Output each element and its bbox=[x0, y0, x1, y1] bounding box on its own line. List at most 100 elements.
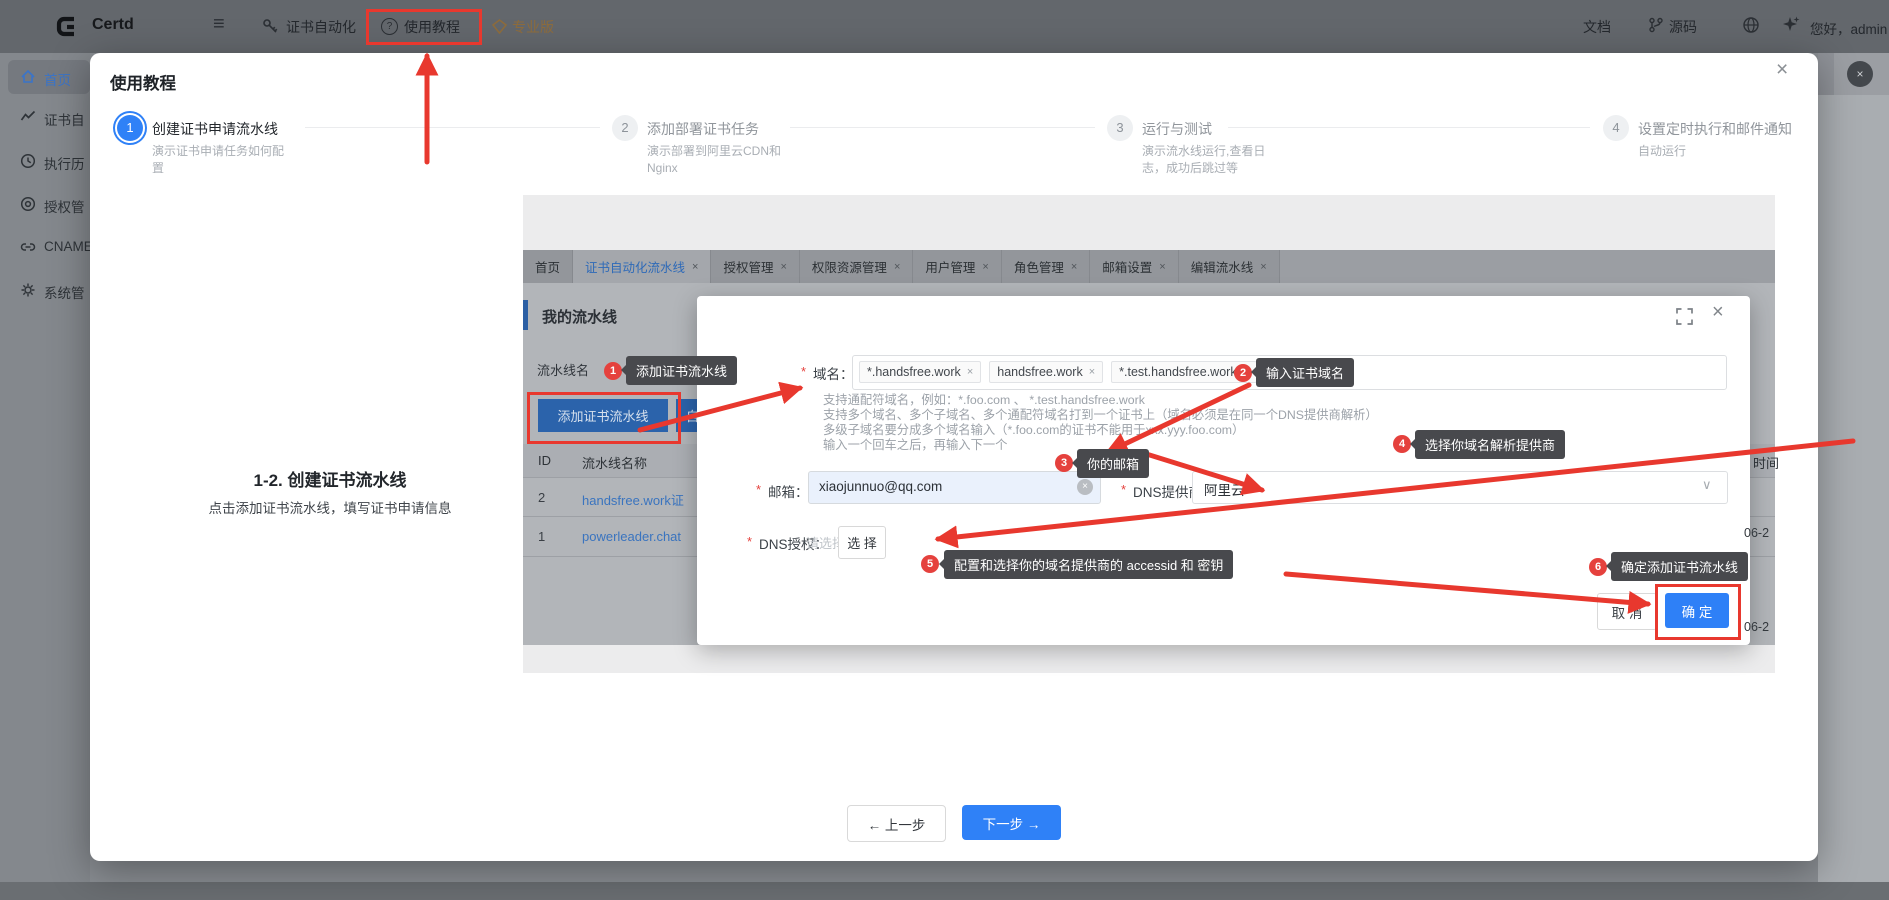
sidebar-item-history[interactable]: 执行历 bbox=[0, 150, 90, 174]
background-content bbox=[1818, 95, 1889, 882]
domain-tag: *.handsfree.work × bbox=[859, 361, 981, 383]
demo-tab-pipelines[interactable]: 证书自动化流水线 × bbox=[573, 250, 711, 283]
sidebar-item-label: 执行历 bbox=[44, 153, 85, 173]
tab-label: 角色管理 bbox=[1014, 257, 1064, 276]
step-2-desc: 演示部署到阿里云CDN和 bbox=[647, 143, 781, 160]
tab-close-icon[interactable]: × bbox=[692, 261, 698, 273]
tab-close-icon[interactable]: × bbox=[1159, 261, 1165, 273]
cell-time: 06-2 bbox=[1744, 620, 1769, 634]
user-greeting[interactable]: 您好，admin bbox=[1810, 18, 1889, 38]
tutorial-section-subtitle: 点击添加证书流水线，填写证书申请信息 bbox=[140, 497, 520, 517]
step-3-desc: 演示流水线运行,查看日 bbox=[1142, 143, 1265, 160]
step-3-title: 运行与测试 bbox=[1142, 119, 1212, 139]
highlight-box-tutorial-nav bbox=[366, 9, 482, 45]
prev-step-button[interactable]: ← 上一步 bbox=[847, 805, 946, 842]
demo-tab-permission[interactable]: 权限资源管理 × bbox=[800, 250, 913, 283]
tab-label: 邮箱设置 bbox=[1102, 257, 1152, 276]
cell-time: 06-2 bbox=[1744, 526, 1769, 540]
tab-label: 授权管理 bbox=[723, 257, 773, 276]
globe-icon[interactable] bbox=[1742, 16, 1760, 34]
tutorial-section-heading: 1-2. 创建证书流水线 bbox=[140, 466, 520, 491]
sidebar-item-authorization[interactable]: 授权管 bbox=[0, 193, 90, 217]
col-id: ID bbox=[538, 453, 551, 468]
annotation-badge-6: 6 bbox=[1589, 558, 1607, 576]
sidebar-item-cert-automation[interactable]: 证书自 bbox=[0, 106, 90, 130]
dialog-cancel-button[interactable]: 取 消 bbox=[1597, 593, 1657, 630]
demo-tab-home[interactable]: 首页 bbox=[523, 250, 573, 283]
next-step-button[interactable]: 下一步 → bbox=[962, 805, 1061, 840]
tutorial-close-icon[interactable]: × bbox=[1776, 58, 1788, 82]
dns-provider-select[interactable] bbox=[1192, 471, 1728, 504]
brand-name: Certd bbox=[92, 16, 134, 34]
highlight-box-add-button bbox=[527, 392, 681, 444]
step-connector bbox=[305, 127, 600, 128]
tab-close-icon[interactable]: × bbox=[894, 261, 900, 273]
col-name: 流水线名称 bbox=[582, 453, 647, 472]
tab-close-icon[interactable]: × bbox=[982, 261, 988, 273]
sparkles-icon[interactable] bbox=[1782, 15, 1800, 33]
required-mark: * bbox=[1121, 482, 1126, 497]
step-connector bbox=[790, 127, 1095, 128]
demo-tab-roles[interactable]: 角色管理 × bbox=[1002, 250, 1090, 283]
link-icon bbox=[20, 239, 36, 255]
tag-label: *.handsfree.work bbox=[867, 365, 961, 379]
step-1-desc: 演示证书申请任务如何配 bbox=[152, 143, 284, 160]
tab-close-icon[interactable]: × bbox=[1071, 261, 1077, 273]
gear-icon bbox=[20, 282, 36, 298]
nav-pro-version[interactable]: 专业版 bbox=[512, 17, 554, 37]
dialog-close-icon[interactable]: × bbox=[1712, 301, 1724, 324]
tag-remove-icon[interactable]: × bbox=[1089, 366, 1095, 378]
tutorial-title: 使用教程 bbox=[110, 70, 176, 94]
annotation-tip-2: 输入证书域名 bbox=[1256, 358, 1354, 387]
demo-tabbar: 首页 证书自动化流水线 × 授权管理 × 权限资源管理 × 用户管理× 角色管理 × 邮… bbox=[523, 250, 1775, 283]
nav-docs[interactable]: 文档 bbox=[1583, 17, 1611, 37]
tab-close-circle-icon[interactable]: × bbox=[1847, 61, 1873, 87]
annotation-tip-5: 配置和选择你的域名提供商的 accessid 和 密钥 bbox=[944, 550, 1233, 579]
annotation-badge-2: 2 bbox=[1234, 364, 1252, 382]
tab-label: 权限资源管理 bbox=[812, 257, 887, 276]
tag-label: handsfree.work bbox=[997, 365, 1082, 379]
domain-hint: 支持通配符域名，例如：*.foo.com 、 *.test.handsfree.… bbox=[823, 393, 1145, 408]
sidebar-item-home[interactable]: 首页 bbox=[0, 66, 90, 90]
email-value: xiaojunnuo@qq.com bbox=[819, 479, 942, 494]
fullscreen-icon[interactable] bbox=[1676, 308, 1693, 325]
clock-icon bbox=[20, 153, 36, 169]
demo-tab-users[interactable]: 用户管理× bbox=[913, 250, 1001, 283]
tab-close-icon[interactable]: × bbox=[1260, 261, 1266, 273]
tab-label: 证书自动化流水线 bbox=[585, 257, 685, 276]
annotation-badge-4: 4 bbox=[1393, 435, 1411, 453]
sidebar-item-label: 授权管 bbox=[44, 196, 85, 216]
dns-auth-select-button[interactable]: 选 择 bbox=[838, 526, 886, 559]
sidebar-item-label: CNAME bbox=[44, 239, 90, 254]
top-header: Certd ≡ 证书自动化 ? 使用教程 专业版 文档 源码 您好， bbox=[0, 0, 1889, 53]
tab-label: 首页 bbox=[535, 257, 560, 276]
step-4-desc: 自动运行 bbox=[1638, 143, 1686, 160]
domain-field-label: 域名： bbox=[813, 363, 854, 383]
step-3-desc: 志，成功后跳过等 bbox=[1142, 160, 1238, 177]
nav-cert-automation[interactable]: 证书自动化 bbox=[286, 17, 356, 37]
step-2-title: 添加部署证书任务 bbox=[647, 119, 759, 139]
cell-pipeline-link[interactable]: handsfree.work证 bbox=[582, 490, 684, 509]
sidebar-item-system[interactable]: 系统管 bbox=[0, 279, 90, 303]
home-icon bbox=[20, 69, 36, 85]
demo-tab-edit-pipeline[interactable]: 编辑流水线× bbox=[1179, 250, 1280, 283]
key-icon bbox=[262, 18, 278, 34]
nav-source[interactable]: 源码 bbox=[1669, 17, 1697, 37]
chevron-down-icon: ∨ bbox=[1702, 477, 1712, 493]
cell-pipeline-link[interactable]: powerleader.chat bbox=[582, 529, 681, 544]
annotation-badge-1: 1 bbox=[604, 362, 622, 380]
sidebar-item-cname[interactable]: CNAME bbox=[0, 236, 90, 260]
demo-tab-auth[interactable]: 授权管理 × bbox=[711, 250, 799, 283]
clear-input-icon[interactable]: × bbox=[1077, 479, 1093, 495]
tag-remove-icon[interactable]: × bbox=[967, 366, 973, 378]
background-bottom-band bbox=[0, 882, 1889, 900]
annotation-tip-1: 添加证书流水线 bbox=[626, 356, 737, 385]
target-icon bbox=[20, 196, 36, 212]
demo-tab-email[interactable]: 邮箱设置 × bbox=[1090, 250, 1178, 283]
pipeline-filter-label: 流水线名 bbox=[537, 360, 589, 379]
tab-close-icon[interactable]: × bbox=[780, 261, 786, 273]
annotation-badge-5: 5 bbox=[921, 555, 939, 573]
left-sidebar bbox=[0, 53, 90, 882]
sidebar-collapse-icon[interactable]: ≡ bbox=[213, 13, 225, 36]
domain-hint: 多级子域名要分成多个域名输入（*.foo.com的证书不能用于xxx.yyy.f… bbox=[823, 423, 1244, 438]
